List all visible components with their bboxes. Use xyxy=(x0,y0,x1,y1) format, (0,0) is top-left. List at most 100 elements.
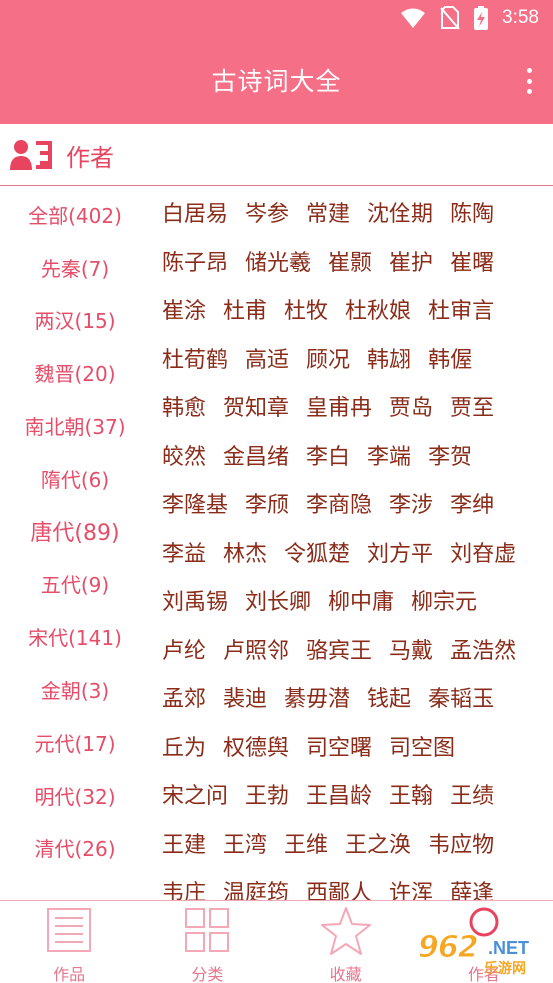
poet-name[interactable]: 崔曙 xyxy=(450,245,494,277)
poet-name[interactable]: 顾况 xyxy=(306,342,350,374)
dynasty-item[interactable]: 宋代(141) xyxy=(0,610,150,663)
poet-name[interactable]: 钱起 xyxy=(367,681,411,713)
poet-name[interactable]: 刘昚虚 xyxy=(450,536,516,568)
dynasty-item[interactable]: 先秦(7) xyxy=(0,241,150,294)
poet-name[interactable]: 王翰 xyxy=(389,778,433,810)
poet-name[interactable]: 王之涣 xyxy=(345,827,411,859)
poet-name[interactable]: 韩偓 xyxy=(428,342,472,374)
poet-name[interactable]: 杜牧 xyxy=(284,293,328,325)
poet-name[interactable]: 宋之问 xyxy=(162,778,228,810)
poet-name[interactable]: 司空曙 xyxy=(306,730,372,762)
dynasty-list: 全部(402) 先秦(7) 两汉(15) 魏晋(20) 南北朝(37) 隋代(6) 唐代(8… xyxy=(0,188,150,874)
poet-name[interactable]: 卢纶 xyxy=(162,633,206,665)
poet-name[interactable]: 柳中庸 xyxy=(328,584,394,616)
poet-name[interactable]: 丘为 xyxy=(162,730,206,762)
poet-name[interactable]: 李益 xyxy=(162,536,206,568)
poet-name[interactable]: 韩翃 xyxy=(367,342,411,374)
dynasty-item[interactable]: 五代(9) xyxy=(0,558,150,611)
poet-name[interactable]: 马戴 xyxy=(389,633,433,665)
dynasty-item[interactable]: 全部(402) xyxy=(0,188,150,241)
poet-name[interactable]: 杜审言 xyxy=(428,293,494,325)
poet-name[interactable]: 卢照邻 xyxy=(223,633,289,665)
poet-name[interactable]: 王湾 xyxy=(223,827,267,859)
watermark-text: 962 xyxy=(418,930,480,966)
poet-name[interactable]: 王绩 xyxy=(450,778,494,810)
poet-name[interactable]: 陈子昂 xyxy=(162,245,228,277)
poet-name[interactable]: 贾至 xyxy=(450,390,494,422)
dynasty-item[interactable]: 唐代(89) xyxy=(0,505,150,558)
poet-name[interactable]: 李贺 xyxy=(428,439,472,471)
poet-row: 白居易 岑参 常建 沈佺期 陈陶 xyxy=(162,188,550,237)
poet-name[interactable]: 李商隐 xyxy=(306,487,372,519)
poet-name[interactable]: 柳宗元 xyxy=(411,584,477,616)
dynasty-item[interactable]: 明代(32) xyxy=(0,769,150,822)
poet-name[interactable]: 李隆基 xyxy=(162,487,228,519)
poet-row: 王建 王湾 王维 王之涣 韦应物 xyxy=(162,819,550,868)
wifi-icon xyxy=(401,8,426,28)
poet-name[interactable]: 骆宾王 xyxy=(306,633,372,665)
poet-name[interactable]: 刘禹锡 xyxy=(162,584,228,616)
poet-name[interactable]: 刘方平 xyxy=(367,536,433,568)
poet-name[interactable]: 王维 xyxy=(284,827,328,859)
more-vert-icon[interactable] xyxy=(523,68,535,94)
app-title: 古诗词大全 xyxy=(211,67,342,96)
poet-name[interactable]: 崔涂 xyxy=(162,293,206,325)
poet-grid: 白居易 岑参 常建 沈佺期 陈陶陈子昂 储光羲 崔颢 崔护 崔曙崔涂 杜甫 杜牧 杜秋娘 杜审言杜荀鹤高… xyxy=(162,188,550,916)
poet-name[interactable]: 綦毋潜 xyxy=(284,681,350,713)
poet-name[interactable]: 孟郊 xyxy=(162,681,206,713)
poet-name[interactable]: 崔护 xyxy=(389,245,433,277)
document-icon xyxy=(47,908,92,952)
poet-name[interactable]: 韩愈 xyxy=(162,390,206,422)
star-icon xyxy=(320,907,371,955)
poet-name[interactable]: 贺知章 xyxy=(223,390,289,422)
poet-name[interactable]: 李端 xyxy=(367,439,411,471)
poet-row: 李益 林杰 令狐楚 刘方平 刘昚虚 xyxy=(162,528,550,577)
nav-item-works[interactable]: 作品 xyxy=(0,901,138,983)
menu-dot xyxy=(526,78,532,84)
poet-name[interactable]: 王勃 xyxy=(245,778,289,810)
dynasty-item[interactable]: 元代(17) xyxy=(0,716,150,769)
dynasty-item[interactable]: 清代(26) xyxy=(0,822,150,875)
dynasty-item[interactable]: 两汉(15) xyxy=(0,294,150,347)
poet-name[interactable]: 李绅 xyxy=(450,487,494,519)
poet-name[interactable]: 司空图 xyxy=(389,730,455,762)
poet-name[interactable]: 杜荀鹤 xyxy=(162,342,228,374)
poet-name[interactable]: 李涉 xyxy=(389,487,433,519)
poet-name[interactable]: 崔颢 xyxy=(328,245,372,277)
poet-name[interactable]: 李白 xyxy=(306,439,350,471)
poet-name[interactable]: 皎然 xyxy=(162,439,206,471)
poet-name[interactable]: 金昌绪 xyxy=(223,439,289,471)
dynasty-item[interactable]: 魏晋(20) xyxy=(0,346,150,399)
poet-name[interactable]: 王昌龄 xyxy=(306,778,372,810)
poet-name[interactable]: 沈佺期 xyxy=(367,196,433,228)
poet-name[interactable]: 陈陶 xyxy=(450,196,494,228)
poet-name[interactable]: 秦韬玉 xyxy=(428,681,494,713)
poet-name[interactable]: 杜甫 xyxy=(223,293,267,325)
poet-name[interactable]: 岑参 xyxy=(245,196,289,228)
nav-label: 作品 xyxy=(53,965,86,983)
dynasty-item[interactable]: 南北朝(37) xyxy=(0,399,150,452)
poet-name[interactable]: 林杰 xyxy=(223,536,267,568)
poet-name[interactable]: 储光羲 xyxy=(245,245,311,277)
poet-name[interactable]: 令狐楚 xyxy=(284,536,350,568)
poet-name[interactable]: 高适 xyxy=(245,342,289,374)
nav-item-category[interactable]: 分类 xyxy=(138,901,276,983)
poet-name[interactable]: 刘长卿 xyxy=(245,584,311,616)
nav-item-favorites[interactable]: 收藏 xyxy=(277,901,415,983)
poet-name[interactable]: 杜秋娘 xyxy=(345,293,411,325)
poet-name[interactable]: 孟浩然 xyxy=(450,633,516,665)
poet-name[interactable]: 权德舆 xyxy=(223,730,289,762)
poet-name[interactable]: 王建 xyxy=(162,827,206,859)
poet-name[interactable]: 皇甫冉 xyxy=(306,390,372,422)
poet-name[interactable]: 李颀 xyxy=(245,487,289,519)
poet-name[interactable]: 贾岛 xyxy=(389,390,433,422)
section-header: 作者 xyxy=(0,124,553,186)
poet-name[interactable]: 白居易 xyxy=(162,196,228,228)
poet-name[interactable]: 韦应物 xyxy=(428,827,494,859)
poet-row: 韩愈 贺知章 皇甫冉 贾岛 贾至 xyxy=(162,382,550,431)
dynasty-item[interactable]: 金朝(3) xyxy=(0,663,150,716)
poet-name[interactable]: 裴迪 xyxy=(223,681,267,713)
dynasty-item[interactable]: 隋代(6) xyxy=(0,452,150,505)
poet-name[interactable]: 常建 xyxy=(306,196,350,228)
battery-charging-icon xyxy=(474,6,489,30)
